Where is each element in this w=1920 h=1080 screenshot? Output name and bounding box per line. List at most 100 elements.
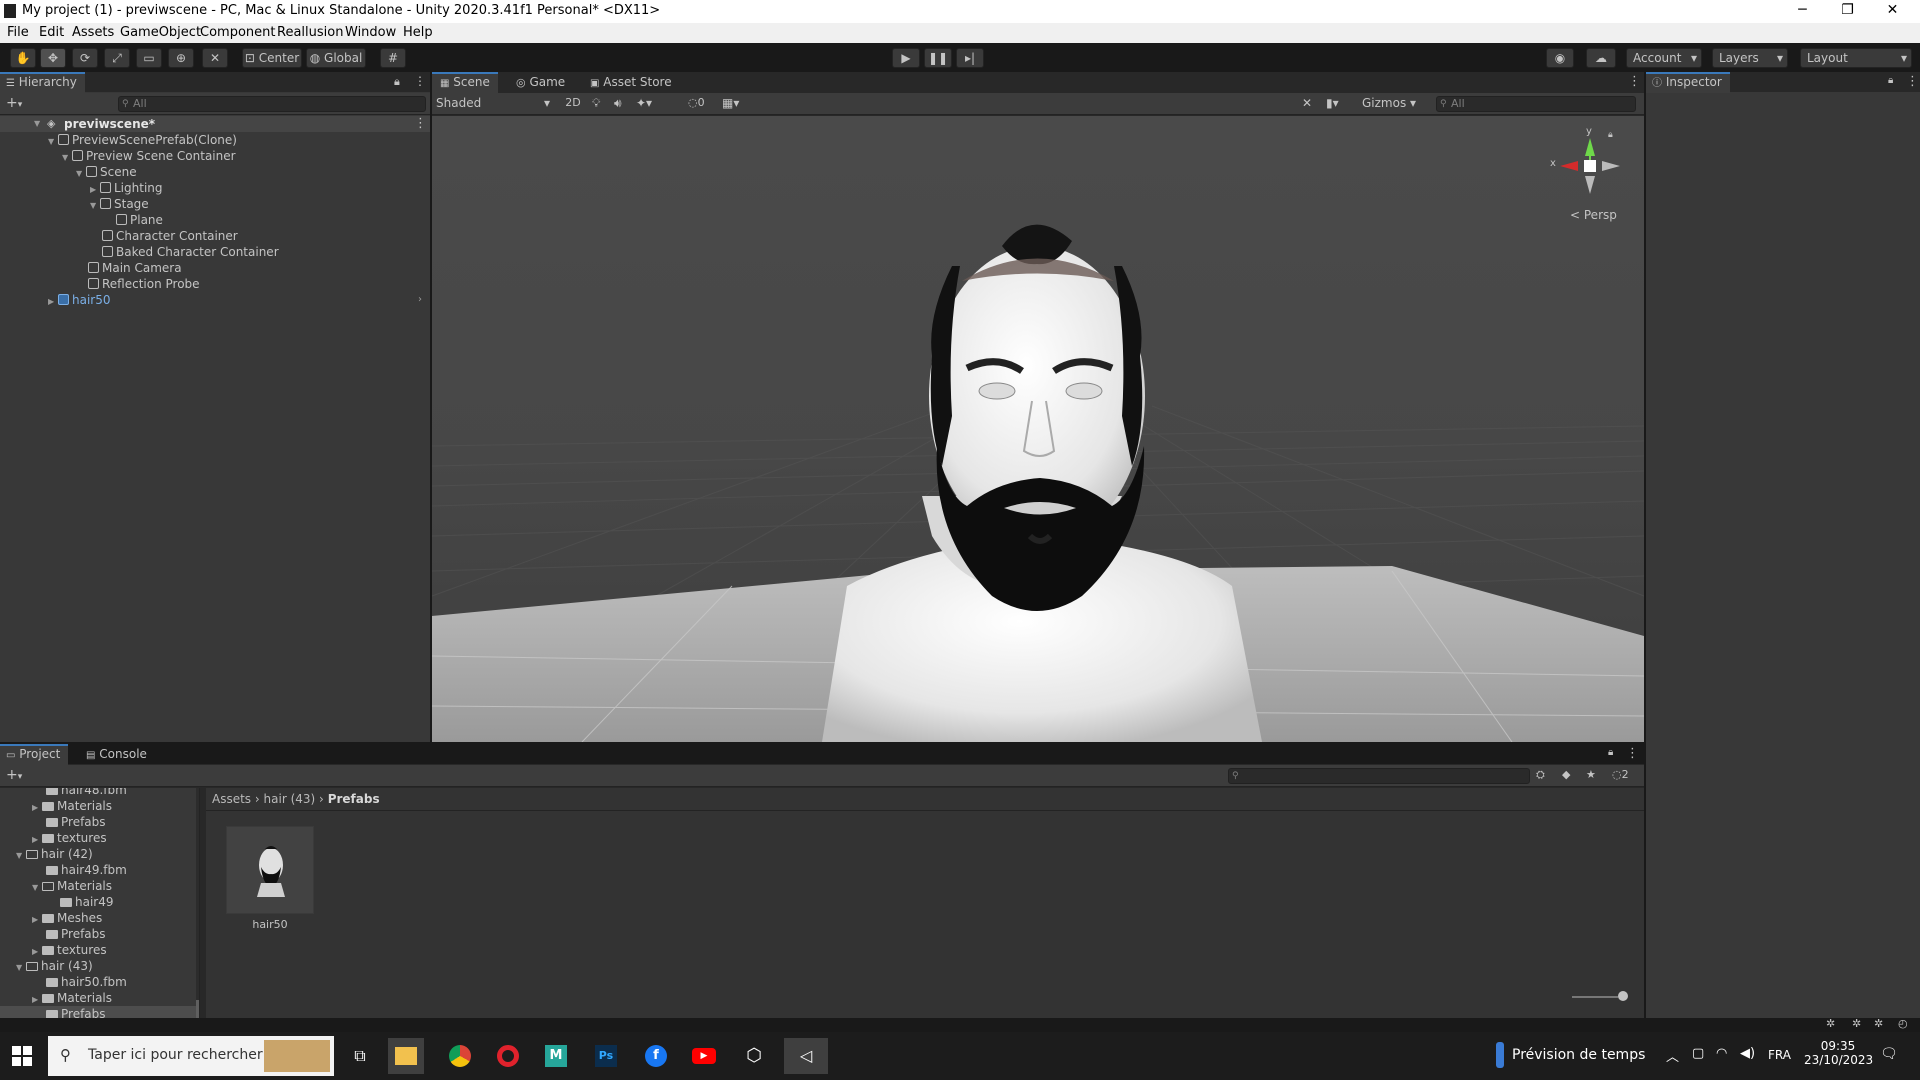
add-create-button[interactable]: +▾ xyxy=(6,95,22,111)
grid-snap-icon[interactable]: # xyxy=(380,48,406,68)
menu-edit[interactable]: Edit xyxy=(39,25,64,40)
effects-toggle-icon[interactable]: ✦▾ xyxy=(636,96,652,110)
search-by-type-icon[interactable]: ⛭ xyxy=(1536,768,1545,782)
scene-search-input[interactable]: ⚲ All xyxy=(1436,96,1636,112)
collab-icon[interactable]: ◉ xyxy=(1546,48,1574,68)
cloud-icon[interactable]: ☁ xyxy=(1586,48,1616,68)
scene-row[interactable]: ▼ ◈ previwscene* ⋮ xyxy=(0,116,430,132)
pivot-center-button[interactable]: ⊡ Center xyxy=(242,48,302,68)
notifications-icon[interactable]: 🗨︎ xyxy=(1880,1046,1898,1062)
hierarchy-item[interactable]: Baked Character Container xyxy=(102,244,279,260)
tray-device-icon[interactable]: ▢ xyxy=(1692,1046,1704,1061)
tree-item[interactable]: ▶ textures xyxy=(32,830,107,846)
tree-item[interactable]: ▼ hair (43) xyxy=(16,958,93,974)
tab-inspector[interactable]: ⓘ Inspector xyxy=(1646,72,1730,93)
hierarchy-item[interactable]: ▼ PreviewScenePrefab(Clone) xyxy=(48,132,237,148)
youtube-icon[interactable]: ▶ xyxy=(686,1038,722,1074)
tree-item[interactable]: ▼ hair (42) xyxy=(16,846,93,862)
breadcrumb-item[interactable]: hair (43) xyxy=(264,792,316,806)
scene-viewport[interactable]: y x 🔒︎ < Persp xyxy=(432,116,1644,742)
wifi-icon[interactable]: ◠ xyxy=(1716,1046,1727,1061)
search-by-label-icon[interactable]: ◆ xyxy=(1562,768,1570,781)
tab-hierarchy[interactable]: ☰ Hierarchy xyxy=(0,72,85,93)
tab-project[interactable]: ▭ Project xyxy=(0,744,69,765)
chrome-icon[interactable] xyxy=(442,1038,478,1074)
play-button[interactable]: ▶ xyxy=(892,48,920,68)
menu-file[interactable]: File xyxy=(7,25,29,40)
pivot-rotation-button[interactable]: ◍ Global xyxy=(306,48,366,68)
expand-caret-icon[interactable]: ▼ xyxy=(16,848,26,864)
hierarchy-item[interactable]: ▼ Stage xyxy=(90,196,149,212)
facebook-icon[interactable]: f xyxy=(638,1038,674,1074)
projection-toggle[interactable]: < Persp xyxy=(1570,208,1617,222)
expand-caret-icon[interactable]: ▶ xyxy=(48,294,58,310)
expand-caret-icon[interactable]: ▼ xyxy=(32,880,42,896)
lock-icon[interactable]: 🔒︎ xyxy=(1608,747,1613,758)
file-explorer-icon[interactable] xyxy=(388,1038,424,1074)
tree-item[interactable]: ▶ textures xyxy=(32,942,107,958)
account-dropdown[interactable]: Account ▾ xyxy=(1626,48,1702,68)
opera-icon[interactable] xyxy=(490,1038,526,1074)
step-button[interactable]: ▸| xyxy=(956,48,984,68)
transform-tool-icon[interactable]: ⊕ xyxy=(168,48,194,68)
icon-size-slider-thumb[interactable] xyxy=(1618,991,1628,1001)
expand-caret-icon[interactable]: ▼ xyxy=(90,198,100,214)
input-language[interactable]: FRA xyxy=(1768,1048,1791,1062)
close-button[interactable]: ✕ xyxy=(1870,0,1915,23)
lock-icon[interactable]: 🔒︎ xyxy=(394,75,400,89)
expand-caret-icon[interactable]: ▼ xyxy=(62,150,72,166)
menu-assets[interactable]: Assets xyxy=(72,25,114,40)
layout-dropdown[interactable]: Layout ▾ xyxy=(1800,48,1912,68)
hierarchy-search-input[interactable]: ⚲ All xyxy=(118,96,426,112)
more-menu-icon[interactable]: ⋮ xyxy=(1906,74,1919,89)
volume-icon[interactable]: ◀) xyxy=(1740,1046,1755,1061)
project-search-input[interactable]: ⚲ xyxy=(1228,768,1530,784)
add-asset-button[interactable]: +▾ xyxy=(6,767,22,783)
menu-component[interactable]: Component xyxy=(200,25,275,40)
app-m-icon[interactable]: M xyxy=(538,1038,574,1074)
hierarchy-item[interactable]: ▼ Scene xyxy=(76,164,137,180)
lock-icon[interactable]: 🔒︎ xyxy=(1608,130,1613,140)
menu-window[interactable]: Window xyxy=(345,25,396,40)
weather-label[interactable]: Prévision de temps xyxy=(1512,1047,1645,1063)
asset-thumbnail[interactable] xyxy=(226,826,314,914)
hierarchy-item[interactable]: ▶ Lighting xyxy=(90,180,163,196)
move-tool-icon[interactable]: ✥ xyxy=(40,48,66,68)
breadcrumb-item[interactable]: Assets xyxy=(212,792,251,806)
task-view-icon[interactable]: ⧉ xyxy=(342,1038,378,1074)
rect-tool-icon[interactable]: ▭ xyxy=(136,48,162,68)
hierarchy-item[interactable]: ▼ Preview Scene Container xyxy=(62,148,236,164)
progress-icon[interactable]: ◴ xyxy=(1898,1017,1908,1030)
tree-item[interactable]: Prefabs xyxy=(46,814,106,830)
expand-caret-icon[interactable]: ▶ xyxy=(32,800,42,816)
shading-mode-dropdown[interactable]: Shaded ▾ xyxy=(436,96,554,110)
chevron-up-icon[interactable]: ︿ xyxy=(1666,1046,1679,1065)
tree-item[interactable]: ▶ Meshes xyxy=(32,910,102,926)
hierarchy-item-prefab[interactable]: ▶ hair50 xyxy=(48,292,111,308)
tools-icon[interactable]: ✕ xyxy=(1302,96,1312,110)
mode-2d-toggle[interactable]: 2D xyxy=(560,96,586,109)
tree-scrollbar[interactable] xyxy=(196,788,199,1020)
tree-item[interactable]: hair49.fbm xyxy=(46,862,127,878)
icon-size-slider-track[interactable] xyxy=(1572,996,1618,998)
expand-caret-icon[interactable]: ▼ xyxy=(48,134,58,150)
more-menu-icon[interactable]: ⋮ xyxy=(1626,746,1639,761)
unity-editor-icon[interactable]: ◁ xyxy=(784,1038,828,1074)
menu-gameobject[interactable]: GameObject xyxy=(120,25,201,40)
tab-game[interactable]: ◎ Game xyxy=(510,72,573,93)
bug-icon[interactable]: ✲ xyxy=(1826,1017,1835,1030)
tree-item[interactable]: hair49 xyxy=(60,894,114,910)
more-menu-icon[interactable]: ⋮ xyxy=(414,74,426,88)
hand-tool-icon[interactable]: ✋ xyxy=(10,48,36,68)
chevron-right-icon[interactable]: › xyxy=(418,292,422,308)
clock[interactable]: 09:35 23/10/2023 xyxy=(1804,1039,1873,1067)
scale-tool-icon[interactable]: ⤢ xyxy=(104,48,130,68)
lock-icon[interactable]: 🔒︎ xyxy=(1888,75,1893,86)
custom-tool-icon[interactable]: ✕ xyxy=(202,48,228,68)
orientation-gizmo[interactable]: y x 🔒︎ < Persp xyxy=(1540,126,1640,226)
rotate-tool-icon[interactable]: ⟳ xyxy=(72,48,98,68)
pause-button[interactable]: ❚❚ xyxy=(924,48,952,68)
camera-settings-icon[interactable]: ▮▾ xyxy=(1326,96,1339,110)
expand-caret-icon[interactable]: ▼ xyxy=(16,960,26,976)
menu-help[interactable]: Help xyxy=(403,25,433,40)
